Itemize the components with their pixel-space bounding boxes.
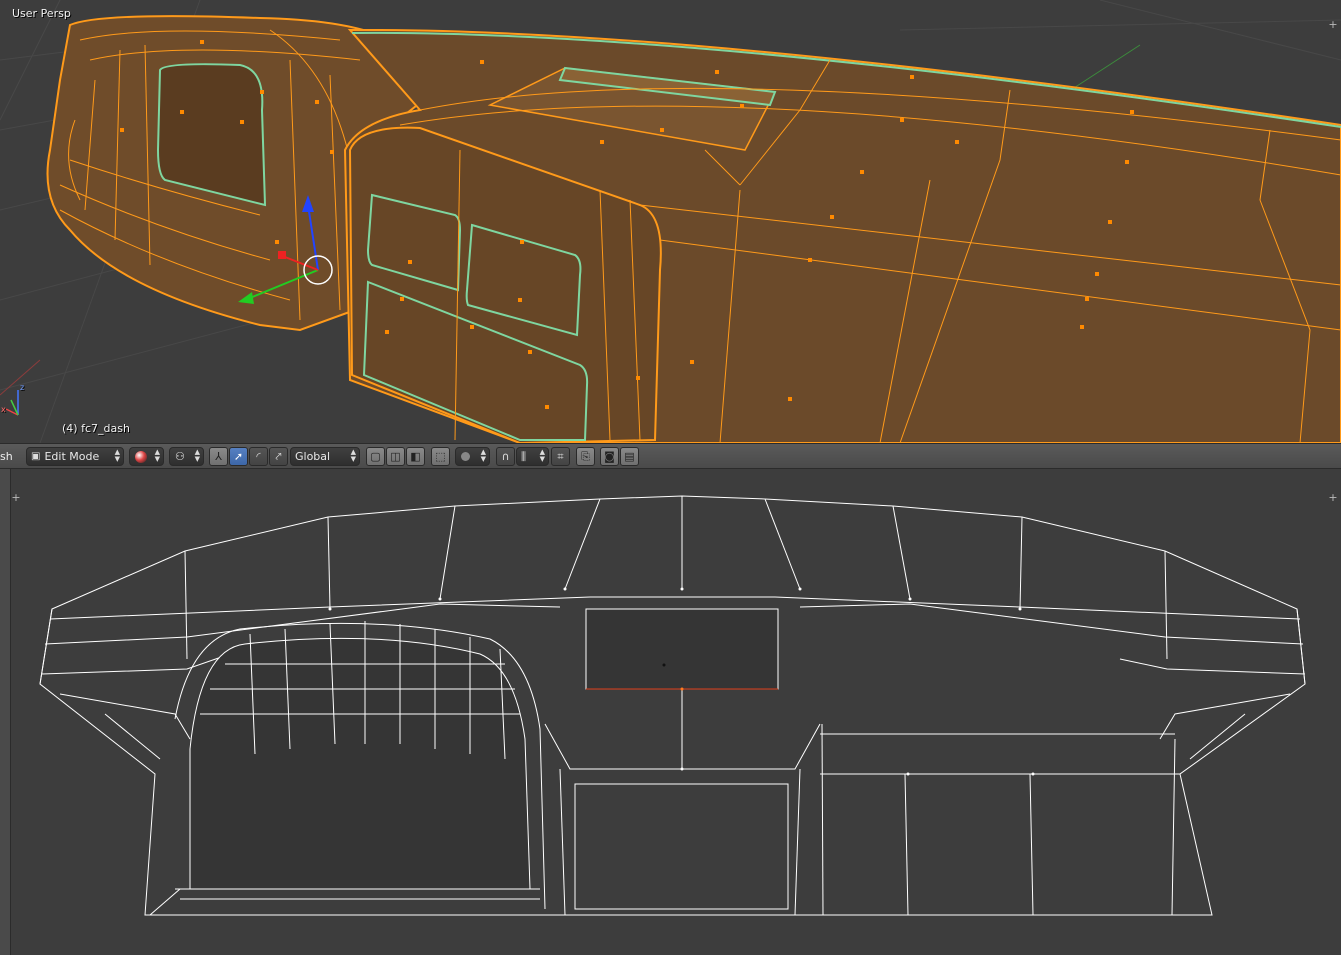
front-wireframe-view[interactable]: [0, 469, 1341, 955]
vertex-select-icon: ▢: [370, 450, 381, 463]
face-select-button[interactable]: ◧: [406, 447, 425, 466]
region-expand-left-icon[interactable]: +: [11, 492, 21, 503]
orientation-label: Global: [295, 450, 331, 463]
tool-shelf-edge[interactable]: [0, 469, 11, 955]
view-axis-widget: [5, 390, 19, 416]
viewport-shading-selector[interactable]: ▲ ▼: [129, 447, 164, 466]
proportional-edit-icon: [461, 452, 470, 461]
scale-icon: ⤤: [275, 449, 282, 463]
active-object-label: (4) fc7_dash: [62, 422, 130, 435]
translate-manipulator-button[interactable]: ➚: [229, 447, 248, 466]
axis-z-label: z: [20, 383, 25, 392]
limit-selection-button[interactable]: ⬚: [431, 447, 450, 466]
region-expand-icon[interactable]: +: [1328, 19, 1338, 30]
edge-select-button[interactable]: ◫: [386, 447, 405, 466]
chevron-updown-icon: ▲ ▼: [114, 448, 120, 463]
sphere-shading-icon: [135, 450, 147, 463]
region-expand-icon[interactable]: +: [1328, 492, 1338, 503]
snap-toggle-button[interactable]: ∩: [496, 447, 515, 466]
snap-element-selector[interactable]: ⫼ ▲ ▼: [516, 447, 549, 466]
viewport-header: sh ▣ Edit Mode ▲ ▼ ▲ ▼ ⚇ ▲ ▼ ⅄ ➚ ◜ ⤤ Global…: [0, 443, 1341, 469]
dash-wireframe: [39, 495, 1306, 916]
proportional-edit-selector[interactable]: ▲ ▼: [455, 447, 490, 466]
transform-orientation-selector[interactable]: Global ▲ ▼: [290, 447, 360, 466]
dash-body-mesh: [343, 28, 1341, 443]
mode-selector[interactable]: ▣ Edit Mode ▲ ▼: [26, 447, 124, 466]
editor-type-partial[interactable]: sh: [0, 450, 13, 463]
render-animation-button[interactable]: ▤: [620, 447, 639, 466]
pivot-point-selector[interactable]: ⚇ ▲ ▼: [169, 447, 204, 466]
render-still-button[interactable]: ◙: [600, 447, 619, 466]
snap-target-button[interactable]: ⌗: [551, 447, 570, 466]
chevron-updown-icon: ▲ ▼: [350, 448, 356, 463]
opengl-render-button[interactable]: ⎘: [576, 447, 595, 466]
snap-element-icon: ⫼: [521, 449, 527, 463]
chevron-updown-icon: ▲ ▼: [480, 448, 486, 463]
translate-arrow-icon: ➚: [233, 450, 244, 463]
clapper-icon: ▤: [624, 450, 635, 463]
perspective-mesh-view[interactable]: [0, 0, 1341, 443]
rotate-manipulator-button[interactable]: ◜: [249, 447, 268, 466]
snap-target-icon: ⌗: [557, 449, 564, 463]
edit-mode-icon: ▣: [31, 451, 41, 462]
chevron-updown-icon: ▲ ▼: [154, 448, 160, 463]
edge-select-icon: ◫: [390, 450, 401, 463]
pivot-point-icon: ⚇: [175, 450, 185, 463]
magnet-icon: ∩: [501, 450, 510, 463]
chevron-updown-icon: ▲ ▼: [539, 448, 545, 463]
manipulator-toggle-icon: ⅄: [215, 450, 222, 463]
camera-icon: ◙: [604, 450, 615, 463]
chevron-updown-icon: ▲ ▼: [194, 448, 200, 463]
manipulator-toggle-button[interactable]: ⅄: [209, 447, 228, 466]
face-select-icon: ◧: [410, 450, 421, 463]
vertex-select-button[interactable]: ▢: [366, 447, 385, 466]
scale-manipulator-button[interactable]: ⤤: [269, 447, 288, 466]
3d-viewport-top[interactable]: User Persp (4) fc7_dash z x +: [0, 0, 1341, 443]
view-name-label: User Persp: [12, 7, 71, 20]
mode-label: Edit Mode: [44, 450, 100, 463]
limit-selection-icon: ⬚: [435, 450, 446, 463]
axis-x-label: x: [1, 405, 6, 414]
render-icon: ⎘: [581, 449, 590, 463]
x-axis-handle-icon: [278, 251, 286, 259]
rotate-arc-icon: ◜: [256, 450, 261, 463]
3d-viewport-bottom[interactable]: + +: [0, 469, 1341, 955]
